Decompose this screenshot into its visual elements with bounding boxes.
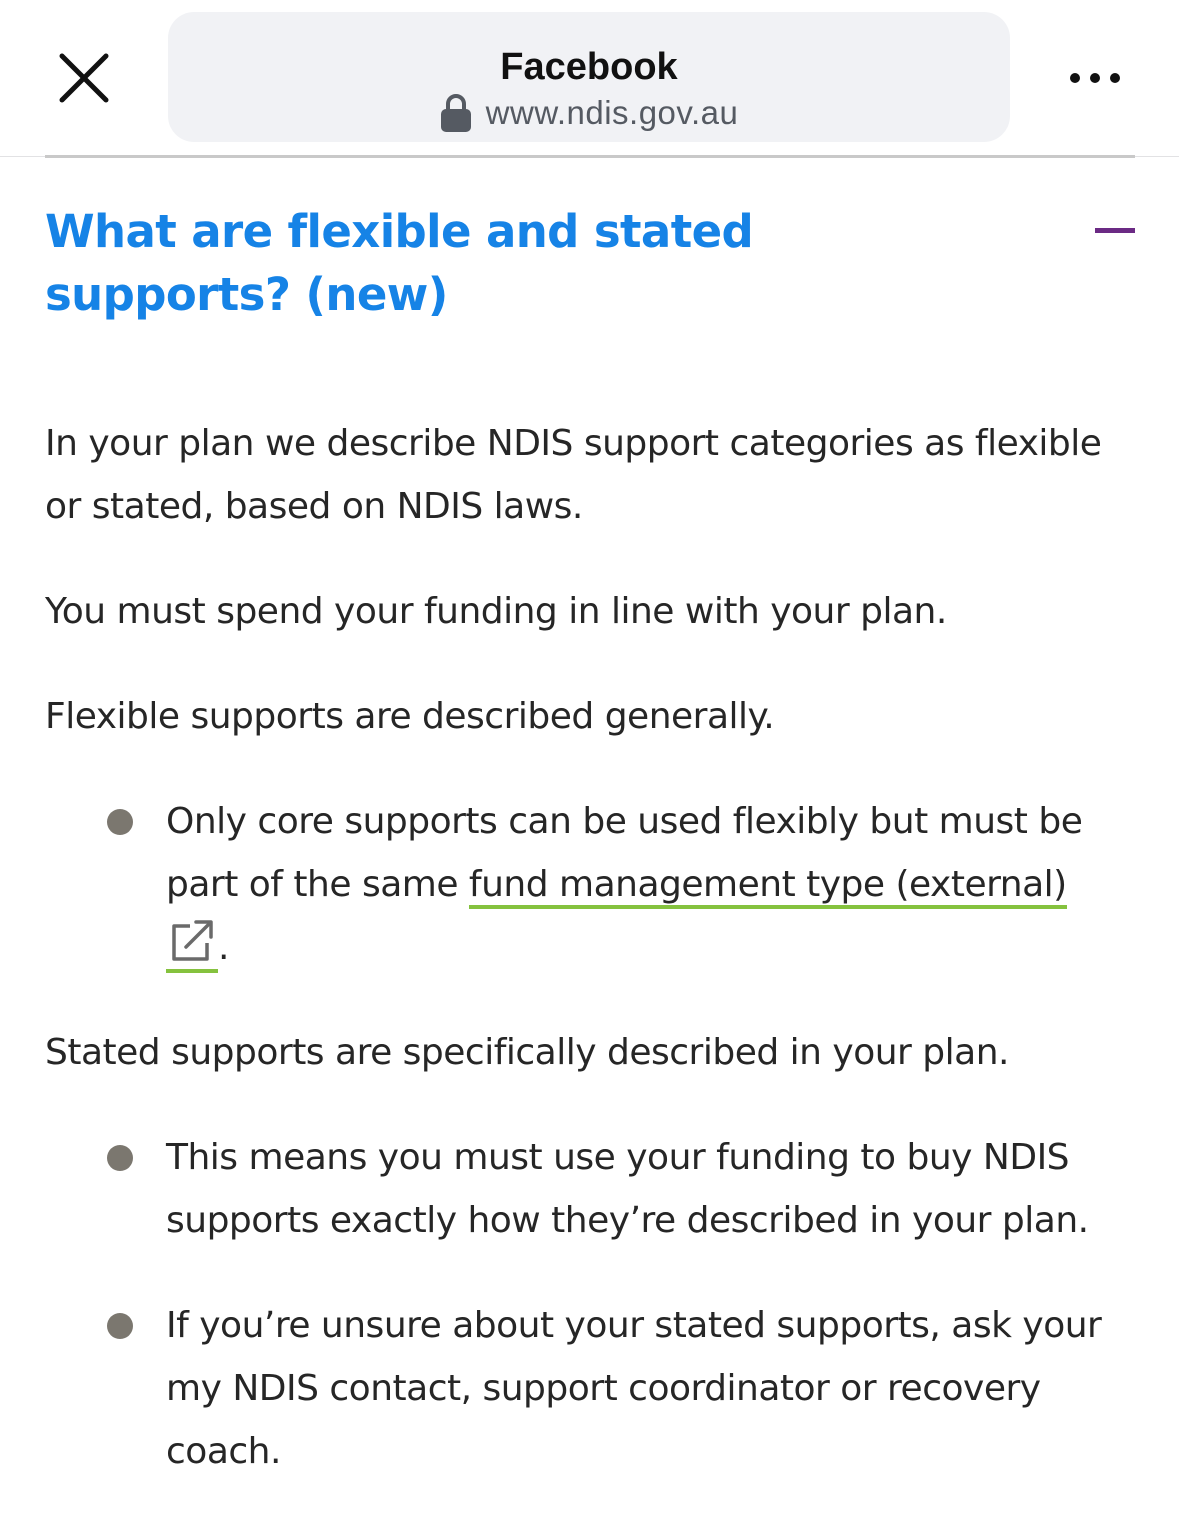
more-options-icon [1070, 73, 1120, 83]
url-text: www.ndis.gov.au [485, 94, 739, 131]
bullet-icon [107, 809, 133, 835]
close-button[interactable] [52, 48, 116, 112]
minus-icon[interactable] [1095, 228, 1135, 233]
accordion-title[interactable]: What are flexible and stated supports? (… [45, 200, 995, 326]
browser-top-bar: Facebook www.ndis.gov.au [0, 0, 1179, 157]
close-icon [59, 53, 109, 103]
bullet-icon [107, 1145, 133, 1171]
stated-supports-list: This means you must use your funding to … [45, 1126, 1140, 1483]
list-item: Only core supports can be used flexibly … [45, 790, 1140, 979]
list-item-period: . [218, 927, 229, 968]
more-options-button[interactable] [1064, 62, 1128, 94]
external-link-icon [172, 920, 213, 961]
flexible-supports-list: Only core supports can be used flexibly … [45, 790, 1140, 979]
list-item: If you’re unsure about your stated suppo… [45, 1294, 1140, 1483]
list-item-text: This means you must use your funding to … [166, 1137, 1089, 1241]
paragraph: You must spend your funding in line with… [45, 591, 947, 632]
bullet-icon [107, 1313, 133, 1339]
lock-icon [440, 94, 471, 132]
paragraph: Flexible supports are described generall… [45, 696, 775, 737]
list-item-text: If you’re unsure about your stated suppo… [166, 1305, 1102, 1472]
paragraph: Stated supports are specifically describ… [45, 1032, 1009, 1073]
paragraph: In your plan we describe NDIS support ca… [45, 423, 1102, 527]
accordion-content: In your plan we describe NDIS support ca… [45, 412, 1140, 1525]
list-item: This means you must use your funding to … [45, 1126, 1140, 1252]
fund-management-type-link[interactable]: fund management type (external) [468, 864, 1067, 909]
address-bar[interactable]: Facebook www.ndis.gov.au [168, 12, 1010, 142]
url-row: www.ndis.gov.au [168, 92, 1010, 134]
accordion-header[interactable]: What are flexible and stated supports? (… [45, 200, 1135, 326]
external-link-button[interactable] [166, 917, 218, 973]
section-divider [45, 155, 1135, 158]
page-source-title: Facebook [500, 46, 678, 88]
